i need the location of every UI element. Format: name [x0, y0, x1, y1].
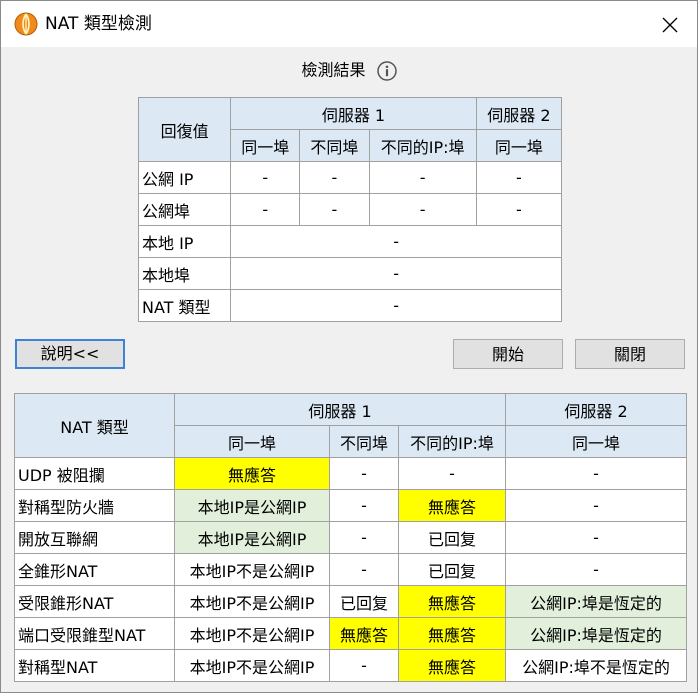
nat-type-label: 全錐形NAT — [14, 553, 175, 586]
result-heading: 檢測結果 — [1, 58, 697, 83]
legend-cell: - — [329, 553, 399, 586]
legend-row: 端口受限錐型NAT 本地IP不是公網IP 無應答 無應答 公網IP:埠是恆定的 — [14, 617, 688, 650]
legend-row: 對稱型防火牆 本地IP是公網IP - 無應答 - — [14, 489, 688, 522]
result-heading-label: 檢測結果 — [301, 60, 366, 80]
result-cell: - — [368, 161, 477, 194]
legend-cell: 無應答 — [397, 649, 507, 682]
result-cell: - — [230, 257, 562, 290]
close-window-button[interactable] — [652, 10, 688, 40]
legend-cell: - — [329, 489, 399, 522]
result-cell: - — [299, 161, 370, 194]
legend-cell: 無應答 — [397, 617, 507, 650]
legend-cell: - — [397, 457, 507, 490]
legend-cell: - — [505, 521, 688, 554]
legend-server1-header: 伺服器 1 — [173, 393, 507, 426]
result-sub-diff-port: 不同埠 — [299, 129, 370, 162]
legend-row: UDP 被阻攔 無應答 - - - — [14, 457, 688, 490]
row-label: 本地 IP — [137, 225, 232, 258]
result-row-local-ip: 本地 IP - — [137, 225, 562, 258]
legend-cell: - — [505, 457, 688, 490]
row-label: 公網埠 — [137, 193, 232, 226]
result-cell: - — [475, 193, 563, 226]
result-server2-header: 伺服器 2 — [475, 97, 563, 130]
result-cell: - — [230, 161, 301, 194]
legend-cell: 無應答 — [174, 457, 330, 490]
title-bar: NAT 類型檢測 — [1, 1, 697, 47]
legend-sub-diff-ip-port: 不同的IP:埠 — [397, 425, 507, 458]
legend-cell: - — [329, 649, 399, 682]
result-cell: - — [299, 193, 370, 226]
detection-result-table: 回復值 伺服器 1 伺服器 2 同一埠 不同埠 不同的IP:埠 同一埠 公網 I… — [137, 97, 563, 322]
result-cell: - — [368, 193, 477, 226]
legend-cell: 無應答 — [397, 489, 507, 522]
explain-button[interactable]: 說明<< — [15, 339, 125, 369]
nat-type-detection-dialog: NAT 類型檢測 檢測結果 回復值 伺服器 1 伺服器 2 同一埠 不同埠 不同… — [0, 0, 698, 693]
legend-cell: - — [329, 521, 399, 554]
legend-cell: 本地IP不是公網IP — [174, 617, 330, 650]
legend-row: 全錐形NAT 本地IP不是公網IP - 已回复 - — [14, 553, 688, 586]
legend-cell: 已回复 — [397, 521, 507, 554]
close-x-icon — [662, 17, 678, 33]
result-server1-header: 伺服器 1 — [230, 97, 477, 130]
legend-cell: 已回复 — [397, 553, 507, 586]
result-row-local-port: 本地埠 - — [137, 257, 562, 290]
legend-cell: 本地IP不是公網IP — [174, 649, 330, 682]
legend-cell: 無應答 — [329, 617, 399, 650]
legend-row: 對稱型NAT 本地IP不是公網IP - 無應答 公網IP:埠不是恆定的 — [14, 649, 688, 682]
legend-sub-same-port: 同一埠 — [174, 425, 330, 458]
result-cell: - — [230, 193, 301, 226]
legend-server2-header: 伺服器 2 — [505, 393, 688, 426]
result-row-public-port: 公網埠 - - - - — [137, 193, 563, 226]
nat-type-label: 受限錐形NAT — [14, 585, 175, 618]
result-col-header: 回復值 — [137, 97, 232, 162]
legend-cell: - — [505, 553, 688, 586]
legend-col-header: NAT 類型 — [14, 393, 175, 458]
legend-cell: 本地IP是公網IP — [174, 521, 330, 554]
result-sub-diff-ip-port: 不同的IP:埠 — [368, 129, 477, 162]
legend-cell: 公網IP:埠是恆定的 — [505, 585, 688, 618]
nat-type-label: 對稱型NAT — [14, 649, 175, 682]
close-button[interactable]: 關閉 — [575, 339, 685, 369]
nat-type-label: 開放互聯網 — [14, 521, 175, 554]
legend-cell: 已回复 — [329, 585, 399, 618]
result-row-nat-type: NAT 類型 - — [137, 289, 562, 322]
row-label: 公網 IP — [137, 161, 232, 194]
result-sub-same-port-2: 同一埠 — [475, 129, 563, 162]
legend-cell: 公網IP:埠不是恆定的 — [505, 649, 688, 682]
legend-cell: 本地IP是公網IP — [174, 489, 330, 522]
result-cell: - — [230, 225, 562, 258]
legend-row: 開放互聯網 本地IP是公網IP - 已回复 - — [14, 521, 688, 554]
legend-cell: - — [329, 457, 399, 490]
legend-sub-diff-port: 不同埠 — [329, 425, 399, 458]
window-title: NAT 類型檢測 — [45, 14, 152, 34]
result-sub-same-port: 同一埠 — [230, 129, 301, 162]
nat-type-legend-table: NAT 類型 伺服器 1 伺服器 2 同一埠 不同埠 不同的IP:埠 同一埠 U… — [14, 393, 688, 682]
result-cell: - — [475, 161, 563, 194]
legend-cell: 本地IP不是公網IP — [174, 553, 330, 586]
nat-type-label: UDP 被阻攔 — [14, 457, 175, 490]
legend-cell: - — [505, 489, 688, 522]
start-button[interactable]: 開始 — [453, 339, 563, 369]
legend-row: 受限錐形NAT 本地IP不是公網IP 已回复 無應答 公網IP:埠是恆定的 — [14, 585, 688, 618]
legend-cell: 無應答 — [397, 585, 507, 618]
nat-type-label: 端口受限錐型NAT — [14, 617, 175, 650]
info-circle-icon[interactable] — [376, 60, 397, 81]
result-row-public-ip: 公網 IP - - - - — [137, 161, 563, 194]
nat-type-label: 對稱型防火牆 — [14, 489, 175, 522]
row-label: 本地埠 — [137, 257, 232, 290]
row-label: NAT 類型 — [137, 289, 232, 322]
legend-sub-same-port-2: 同一埠 — [505, 425, 688, 458]
app-icon — [14, 12, 38, 36]
legend-cell: 本地IP不是公網IP — [174, 585, 330, 618]
result-cell: - — [230, 289, 562, 322]
legend-cell: 公網IP:埠是恆定的 — [505, 617, 688, 650]
